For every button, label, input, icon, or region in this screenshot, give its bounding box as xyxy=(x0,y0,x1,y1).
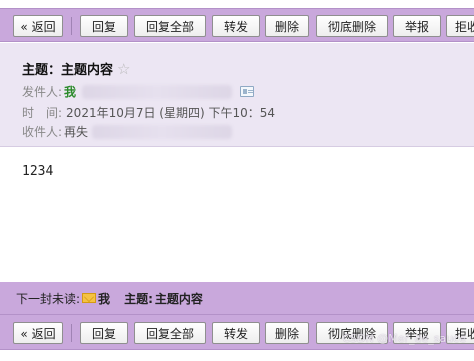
recipient-name[interactable]: 再失 xyxy=(64,123,88,140)
reject-button[interactable]: 拒收 xyxy=(446,15,474,37)
bottom-toolbar: « 返回 回复 回复全部 转发 删除 彻底删除 举报 拒收 CSDN @Mer_… xyxy=(0,314,474,350)
toolbar-divider xyxy=(71,324,72,342)
delete-button[interactable]: 删除 xyxy=(265,15,309,37)
sender-row: 发件人: 我 xyxy=(22,83,255,100)
forward-button[interactable]: 转发 xyxy=(212,322,260,344)
star-icon[interactable]: ☆ xyxy=(117,60,130,78)
subject-line: 主题： 主题内容 ☆ xyxy=(22,59,130,79)
toolbar-divider xyxy=(71,17,72,35)
message-body: 1234 xyxy=(22,164,54,179)
reply-all-button[interactable]: 回复全部 xyxy=(134,322,206,344)
reply-button[interactable]: 回复 xyxy=(80,15,128,37)
sender-name[interactable]: 我 xyxy=(64,83,76,100)
watermark: CSDN @Mer_de_sauce xyxy=(342,332,466,345)
subject-label: 主题： xyxy=(22,63,62,78)
mail-header: 主题： 主题内容 ☆ 发件人: 我 时 间: 2021年10月7日 (星期四) … xyxy=(0,43,474,147)
recipient-label: 收件人: xyxy=(22,125,63,139)
subject-text: 主题内容 xyxy=(61,63,114,78)
time-row: 时 间: 2021年10月7日 (星期四) 下午10：54 xyxy=(22,104,275,121)
back-button[interactable]: « 返回 xyxy=(13,15,63,37)
delete-permanently-button[interactable]: 彻底删除 xyxy=(316,15,388,37)
recipient-row: 收件人: 再失 xyxy=(22,123,233,140)
contact-card-icon[interactable] xyxy=(240,86,255,97)
back-button[interactable]: « 返回 xyxy=(13,322,63,344)
delete-button[interactable]: 删除 xyxy=(265,322,309,344)
recipient-address-redacted xyxy=(92,124,233,139)
time-label: 时 间: xyxy=(22,106,63,120)
next-unread-subject[interactable]: 主题内容 xyxy=(155,290,203,307)
top-toolbar: « 返回 回复 回复全部 转发 删除 彻底删除 举报 拒收 xyxy=(0,8,474,42)
top-strip xyxy=(0,0,474,8)
time-value: 2021年10月7日 (星期四) 下午10：54 xyxy=(66,106,276,120)
next-unread-label: 下一封未读: xyxy=(16,291,81,306)
next-unread-bar: 下一封未读: 我 主题: 主题内容 xyxy=(0,282,474,314)
next-unread-sender[interactable]: 我 xyxy=(98,290,110,307)
next-unread-subject-label: 主题: xyxy=(124,291,153,306)
reply-all-button[interactable]: 回复全部 xyxy=(134,15,206,37)
envelope-icon xyxy=(82,293,97,303)
sender-label: 发件人: xyxy=(22,85,63,99)
report-button[interactable]: 举报 xyxy=(393,15,441,37)
reply-button[interactable]: 回复 xyxy=(80,322,128,344)
sender-address-redacted xyxy=(82,84,233,99)
forward-button[interactable]: 转发 xyxy=(212,15,260,37)
